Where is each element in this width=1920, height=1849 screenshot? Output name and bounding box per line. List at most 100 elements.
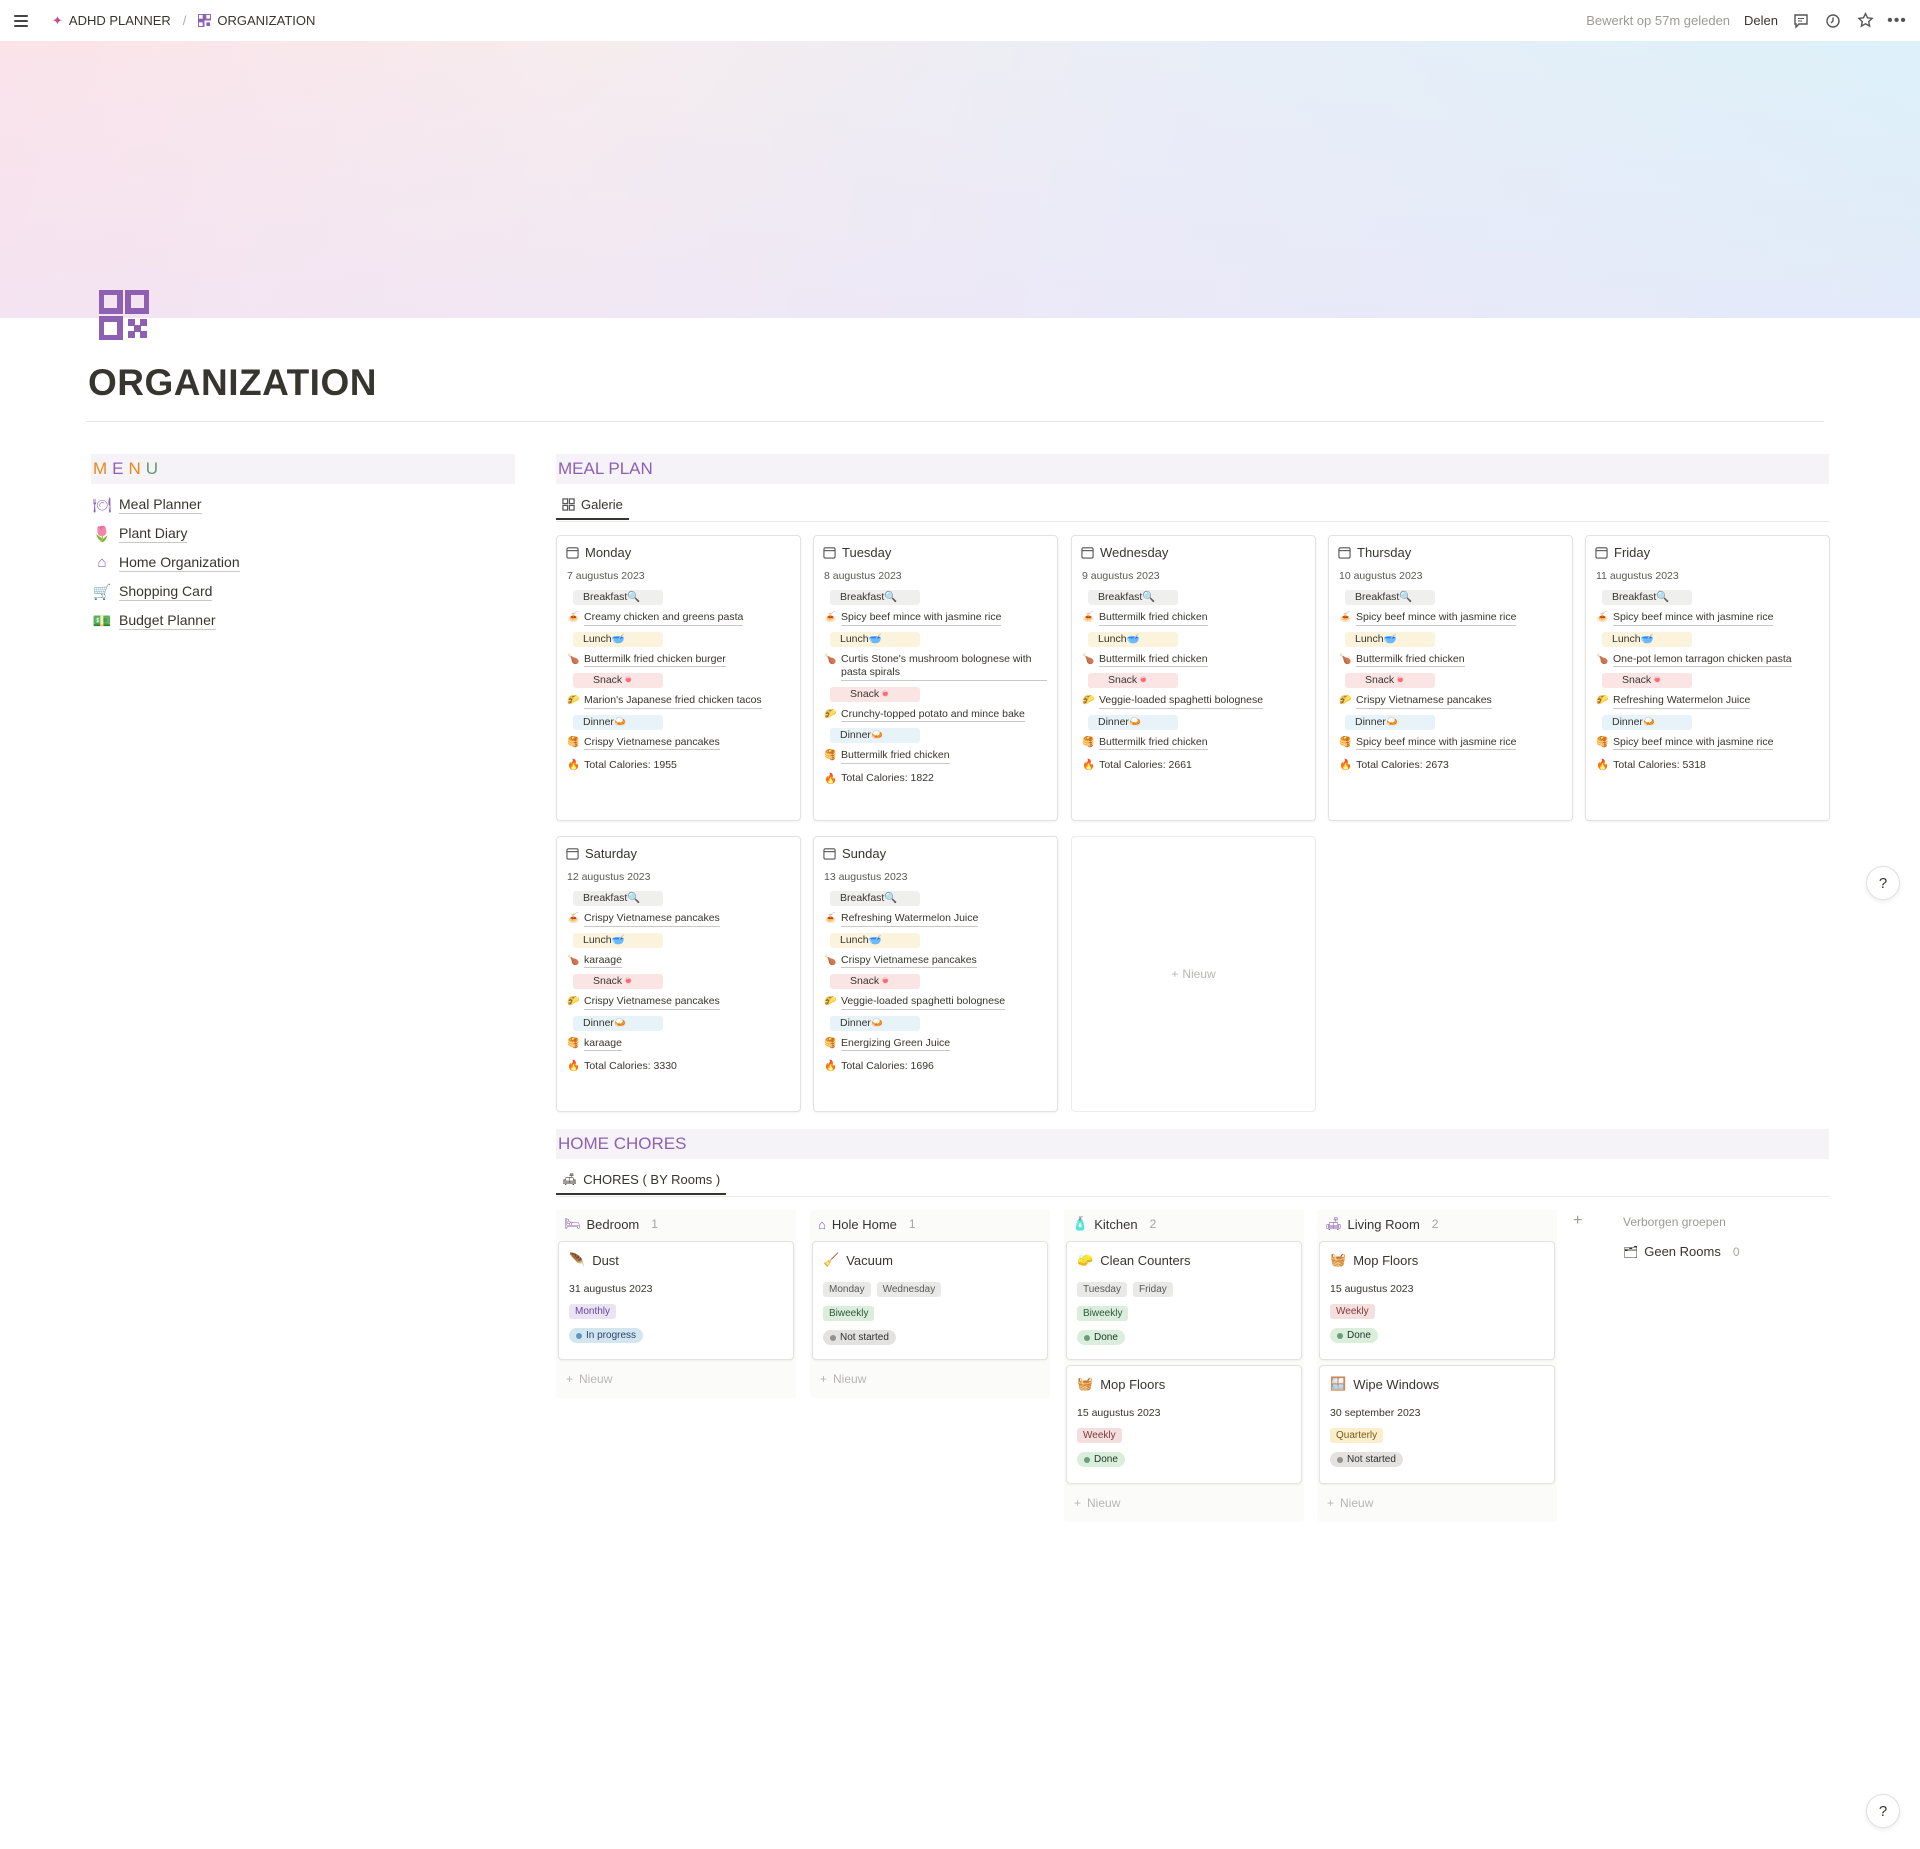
breakfast-dish-link[interactable]: 🍝 Crispy Vietnamese pancakes [567, 912, 790, 927]
new-meal-card-button[interactable]: + Nieuw [1071, 836, 1316, 1112]
menu-link-label: Shopping Card [119, 582, 213, 601]
dinner-dish-link[interactable]: 🥞 karaage [567, 1037, 790, 1051]
status-row: Not started [823, 1321, 1037, 1346]
breadcrumb-page[interactable]: ORGANIZATION [198, 13, 315, 28]
chore-card[interactable]: 🧽 Clean Counters Tuesday Friday Biweekly Done [1066, 1241, 1302, 1360]
dinner-dish-link[interactable]: 🥞 Spicy beef mince with jasmine rice [1339, 736, 1562, 750]
help-button[interactable]: ? [1866, 1794, 1900, 1828]
lunch-tag: Lunch🥣 [573, 932, 663, 948]
snack-dish-link[interactable]: 🌮 Marion's Japanese fried chicken tacos [567, 694, 790, 709]
comment-icon[interactable] [1792, 12, 1810, 30]
chore-card[interactable]: 🧹 Vacuum Monday Wednesday Biweekly Not starte… [812, 1241, 1048, 1360]
chore-name: Mop Floors [1100, 1376, 1166, 1392]
column-header-hole-home[interactable]: ⌂ Hole Home 1 [810, 1210, 1050, 1238]
dinner-dish-link[interactable]: 🥞 Buttermilk fried chicken [824, 749, 1047, 764]
breakfast-dish-link[interactable]: 🍝 Refreshing Watermelon Juice [824, 912, 1047, 927]
chore-card[interactable]: 🧺 Mop Floors 15 augustus 2023 Weekly Done [1319, 1241, 1555, 1360]
breakfast-dish-link[interactable]: 🍝 Buttermilk fried chicken [1082, 611, 1305, 626]
dinner-dish-link[interactable]: 🥞 Crispy Vietnamese pancakes [567, 736, 790, 750]
menu-link-budget-planner[interactable]: 💵 Budget Planner [91, 606, 515, 635]
sofa-icon: 🛋 [1325, 1216, 1342, 1231]
snack-dish-link[interactable]: 🌮 Veggie-loaded spaghetti bolognese [824, 995, 1047, 1010]
sofa-icon: 🛋 [562, 1172, 578, 1186]
menu-link-shopping-card[interactable]: 🛒 Shopping Card [91, 577, 515, 606]
chores-board-view-tab[interactable]: 🛋 CHORES ( BY Rooms ) [556, 1165, 727, 1195]
dinner-dish-link[interactable]: 🥞 Spicy beef mince with jasmine rice [1596, 736, 1819, 750]
hidden-group-no-rooms[interactable]: 🗂 Geen Rooms 0 [1623, 1244, 1740, 1259]
lunch-dish-link[interactable]: 🍗 Buttermilk fried chicken burger [567, 653, 790, 667]
menu-link-plant-diary[interactable]: 🌷 Plant Diary [91, 519, 515, 548]
favorite-star-icon[interactable] [1856, 12, 1874, 30]
lunch-row: Lunch🥣 [567, 932, 790, 948]
hamburger-menu-icon[interactable] [14, 10, 36, 32]
lunch-dish-link[interactable]: 🍗 Crispy Vietnamese pancakes [824, 954, 1047, 968]
dinner-dish-link[interactable]: 🥞 Buttermilk fried chicken [1082, 736, 1305, 750]
menu-list: 🍽 Meal Planner 🌷 Plant Diary ⌂ Home Organizat… [91, 490, 515, 635]
breakfast-dish-link[interactable]: 🍝 Creamy chicken and greens pasta [567, 611, 790, 626]
meal-card-thursday[interactable]: Thursday 10 augustus 2023 Breakfast🔍 🍝 Spicy… [1328, 535, 1573, 821]
share-button[interactable]: Delen [1744, 13, 1778, 28]
page-qr-icon[interactable] [99, 290, 149, 340]
house-icon: ⌂ [818, 1216, 826, 1232]
history-clock-icon[interactable] [1824, 12, 1842, 30]
menu-link-meal-planner[interactable]: 🍽 Meal Planner [91, 490, 515, 519]
lunch-dish-link[interactable]: 🍗 karaage [567, 954, 790, 968]
page-title[interactable]: ORGANIZATION [88, 362, 377, 404]
column-new-button[interactable]: + Nieuw [1327, 1496, 1373, 1510]
status-badge: Done [1077, 1452, 1125, 1467]
meal-card-wednesday[interactable]: Wednesday 9 augustus 2023 Breakfast🔍 🍝 Butte… [1071, 535, 1316, 821]
dish-name: Spicy beef mince with jasmine rice [1613, 611, 1774, 626]
breakfast-dish-link[interactable]: 🍝 Spicy beef mince with jasmine rice [1339, 611, 1562, 626]
add-group-plus-icon[interactable]: + [1573, 1212, 1582, 1230]
breakfast-row: Breakfast🔍 [1596, 590, 1819, 605]
menu-heading-letter: M [93, 459, 113, 478]
more-options-icon[interactable]: ••• [1887, 12, 1906, 30]
dish-icon: 🌮 [824, 708, 837, 720]
meal-card-sunday[interactable]: Sunday 13 augustus 2023 Breakfast🔍 🍝 Refresh… [813, 836, 1058, 1112]
cart-icon: 🛒 [92, 583, 112, 601]
meal-card-title: Thursday [1338, 544, 1562, 561]
meal-card-tuesday[interactable]: Tuesday 8 augustus 2023 Breakfast🔍 🍝 Spicy b… [813, 535, 1058, 821]
chore-card[interactable]: 🪶 Dust 31 augustus 2023 Monthly In progress [558, 1241, 794, 1360]
chore-card[interactable]: 🪟 Wipe Windows 30 september 2023 Quarterly N… [1319, 1365, 1555, 1484]
dish-name: Crunchy-topped potato and mince bake [841, 708, 1025, 722]
dish-name: Crispy Vietnamese pancakes [584, 995, 720, 1010]
snack-dish-link[interactable]: 🌮 Veggie-loaded spaghetti bolognese [1082, 694, 1305, 709]
breadcrumb-workspace[interactable]: ✦ ADHD PLANNER [52, 13, 171, 29]
lunch-dish-link[interactable]: 🍗 Buttermilk fried chicken [1339, 653, 1562, 667]
lunch-dish-link[interactable]: 🍗 Curtis Stone's mushroom bolognese with … [824, 653, 1047, 681]
column-header-living-room[interactable]: 🛋 Living Room 2 [1317, 1210, 1557, 1238]
breakfast-dish-link[interactable]: 🍝 Spicy beef mince with jasmine rice [1596, 611, 1819, 626]
meal-card-saturday[interactable]: Saturday 12 augustus 2023 Breakfast🔍 🍝 Crisp… [556, 836, 801, 1112]
dish-name: Refreshing Watermelon Juice [841, 912, 979, 927]
breakfast-dish-link[interactable]: 🍝 Spicy beef mince with jasmine rice [824, 611, 1047, 626]
column-new-button[interactable]: + Nieuw [566, 1372, 612, 1386]
column-count: 1 [908, 1217, 916, 1231]
calendar-icon [566, 547, 579, 559]
snack-dish-link[interactable]: 🌮 Crunchy-topped potato and mince bake [824, 708, 1047, 722]
total-calories: 🔥 Total Calories: 1955 [567, 758, 790, 772]
flame-icon: 🔥 [567, 1060, 581, 1072]
dinner-row: Dinner🍛 [1596, 714, 1819, 730]
snack-dish-link[interactable]: 🌮 Crispy Vietnamese pancakes [1339, 694, 1562, 709]
dish-name: Buttermilk fried chicken [1099, 736, 1208, 750]
column-new-button[interactable]: + Nieuw [820, 1372, 866, 1386]
column-header-kitchen[interactable]: 🧴 Kitchen 2 [1064, 1210, 1304, 1238]
column-new-button[interactable]: + Nieuw [1074, 1496, 1120, 1510]
dinner-dish-link[interactable]: 🥞 Energizing Green Juice [824, 1037, 1047, 1051]
menu-link-home-organization[interactable]: ⌂ Home Organization [91, 548, 515, 577]
lunch-dish-link[interactable]: 🍗 One-pot lemon tarragon chicken pasta [1596, 653, 1819, 667]
meal-card-monday[interactable]: Monday 7 augustus 2023 Breakfast🔍 🍝 Creamy c… [556, 535, 801, 821]
column-header-bedroom[interactable]: 🛏 Bedroom 1 [556, 1210, 796, 1238]
duster-icon: 🪶 [569, 1252, 586, 1267]
help-button[interactable]: ? [1866, 866, 1900, 900]
chore-card[interactable]: 🧺 Mop Floors 15 augustus 2023 Weekly Done [1066, 1365, 1302, 1484]
snack-dish-link[interactable]: 🌮 Refreshing Watermelon Juice [1596, 694, 1819, 709]
lunch-dish-link[interactable]: 🍗 Buttermilk fried chicken [1082, 653, 1305, 667]
snack-dish-link[interactable]: 🌮 Crispy Vietnamese pancakes [567, 995, 790, 1010]
dish-icon: 🥞 [567, 1037, 580, 1049]
gallery-view-label: Galerie [581, 496, 623, 512]
gallery-view-tab[interactable]: Galerie [556, 490, 629, 520]
status-label: Done [1094, 1332, 1118, 1343]
meal-card-friday[interactable]: Friday 11 augustus 2023 Breakfast🔍 🍝 Spicy b… [1585, 535, 1830, 821]
